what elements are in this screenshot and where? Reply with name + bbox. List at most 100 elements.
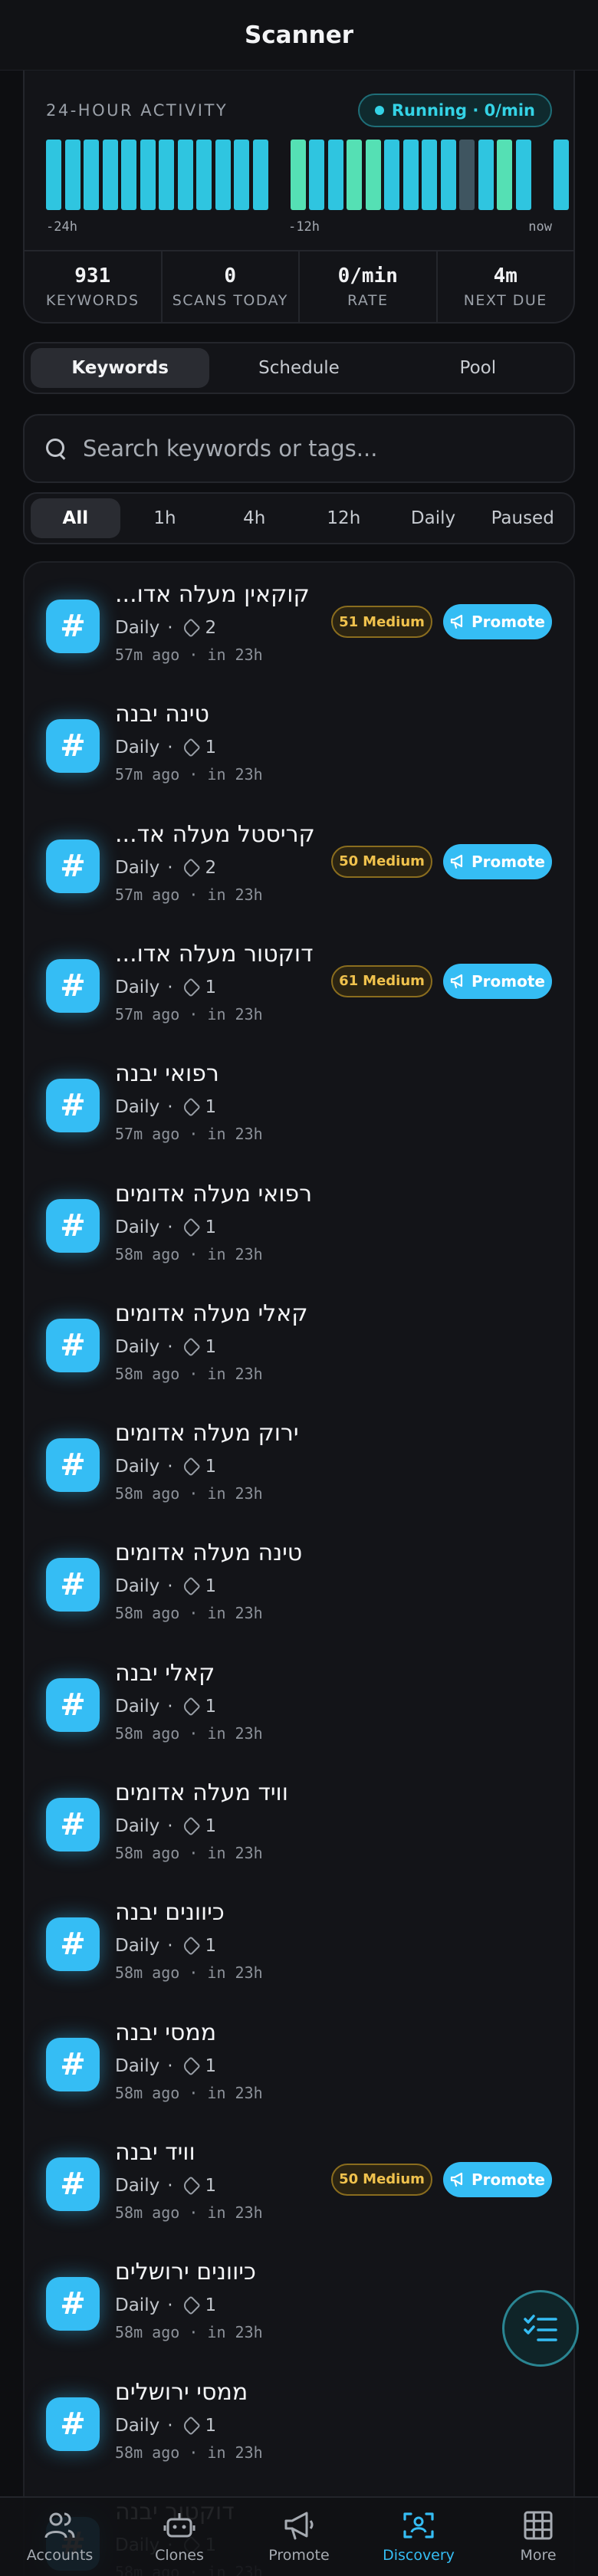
filter-12h[interactable]: 12h: [299, 498, 389, 538]
filter-daily[interactable]: Daily: [389, 498, 478, 538]
list-item[interactable]: # טינה מעלה אדומים Daily · 1 58m ago · in 23h: [25, 1521, 573, 1641]
separator: ·: [167, 2295, 173, 2316]
separator: ·: [167, 857, 173, 878]
stat-label: SCANS TODAY: [172, 292, 288, 309]
activity-bar: [234, 140, 249, 210]
separator: ·: [167, 618, 173, 638]
hashtag-icon: #: [46, 1917, 100, 1972]
keyword-timing: 57m ago · in 23h: [115, 1125, 263, 1144]
nav-promote[interactable]: Promote: [239, 2498, 359, 2576]
hashtag-icon: #: [46, 1558, 100, 1612]
keyword-frequency: Daily: [115, 1936, 160, 1957]
filter-paused[interactable]: Paused: [478, 498, 567, 538]
promote-label: Promote: [472, 613, 545, 631]
score-level: Medium: [363, 853, 425, 870]
keyword-title: כיוונים יבנה: [115, 1899, 225, 1927]
score-level: Medium: [363, 2171, 425, 2188]
hashtag-icon: #: [46, 2277, 100, 2331]
separator: ·: [167, 1696, 173, 1717]
keyword-timing: 58m ago · in 23h: [115, 2083, 263, 2102]
keyword-meta: Daily · 1: [115, 1697, 216, 1717]
activity-bar: [140, 140, 156, 210]
keyword-title: רפואי מעלה אדומים: [115, 1180, 313, 1208]
tab-pool[interactable]: Pool: [389, 348, 567, 388]
status-dot-icon: [374, 106, 384, 115]
tab-keywords[interactable]: Keywords: [31, 348, 210, 388]
megaphone-icon: [450, 2172, 463, 2187]
list-item[interactable]: # טינה יבנה Daily · 1 57m ago · in 23h: [25, 682, 573, 802]
hashtag-icon: #: [46, 1798, 100, 1852]
keyword-meta: Daily · 1: [115, 1936, 216, 1956]
keyword-timing: 57m ago · in 23h: [115, 765, 263, 784]
nav-clones[interactable]: Clones: [120, 2498, 239, 2576]
hashtag-icon: #: [46, 600, 100, 653]
hashtag-icon: #: [46, 2397, 100, 2451]
list-item[interactable]: # רפואי מעלה אדומים Daily · 1 58m ago · in 23…: [25, 1162, 573, 1282]
keyword-timing: 58m ago · in 23h: [115, 2323, 263, 2342]
axis-mid-label: -12h: [288, 219, 320, 235]
separator: ·: [167, 1336, 173, 1357]
activity-bar: [121, 140, 136, 210]
filter-4h[interactable]: 4h: [209, 498, 299, 538]
keyword-title: דוקטור מעלה אדו...: [115, 940, 314, 968]
tag-icon: [180, 1217, 201, 1237]
nav-discovery[interactable]: Discovery: [359, 2498, 478, 2576]
search-box[interactable]: [23, 414, 575, 483]
stat-next-due: 4m NEXT DUE: [438, 251, 574, 322]
score-value: 50: [339, 2171, 359, 2188]
promote-button[interactable]: Promote: [443, 604, 552, 639]
promote-button[interactable]: Promote: [443, 963, 552, 999]
keyword-meta: Daily · 2: [115, 618, 216, 638]
list-item[interactable]: # קאלי מעלה אדומים Daily · 1 58m ago · in 23h: [25, 1282, 573, 1401]
bulk-select-button[interactable]: [502, 2290, 579, 2367]
list-item[interactable]: # ממסי יבנה Daily · 1 58m ago · in 23h: [25, 2001, 573, 2121]
promote-button[interactable]: Promote: [443, 843, 552, 879]
list-item[interactable]: # קוקאין מעלה אדו... Daily · 2 57m ago · in 2…: [25, 563, 573, 682]
tag-count: 1: [205, 1576, 217, 1597]
list-item[interactable]: # כיוונים ירושלים Daily · 1 58m ago · in 23h: [25, 2240, 573, 2360]
list-item[interactable]: # וויד יבנה Daily · 1 58m ago · in 23h 50 Mediu…: [25, 2121, 573, 2240]
list-item[interactable]: # וויד מעלה אדומים Daily · 1 58m ago · in 23h: [25, 1761, 573, 1881]
stats-row: 931 KEYWORDS 0 SCANS TODAY 0/min RATE 4m…: [25, 250, 573, 322]
promote-button[interactable]: Promote: [443, 2161, 552, 2197]
keyword-title: קאלי מעלה אדומים: [115, 1300, 308, 1327]
keyword-timing: 58m ago · in 23h: [115, 1364, 263, 1383]
activity-bar: [252, 140, 268, 210]
search-icon: [44, 437, 67, 460]
separator: ·: [167, 1097, 173, 1118]
filter-1h[interactable]: 1h: [120, 498, 210, 538]
stat-value: 4m: [493, 264, 518, 288]
keyword-timing: 58m ago · in 23h: [115, 2443, 263, 2462]
stat-label: RATE: [347, 292, 389, 309]
list-item[interactable]: # כיוונים יבנה Daily · 1 58m ago · in 23h: [25, 1881, 573, 2000]
activity-bar: [46, 140, 61, 210]
keyword-meta: Daily · 1: [115, 1337, 216, 1357]
search-input[interactable]: [83, 435, 554, 462]
list-item[interactable]: # דוקטור מעלה אדו... Daily · 1 57m ago · in 2…: [25, 922, 573, 1042]
score-level: Medium: [363, 613, 425, 630]
list-item[interactable]: # קריסטל מעלה אד... Daily · 2 57m ago · in 23…: [25, 803, 573, 922]
activity-bar: [196, 140, 212, 210]
keyword-title: קריסטל מעלה אד...: [115, 820, 315, 848]
keyword-frequency: Daily: [115, 1576, 160, 1597]
list-item[interactable]: # ירוק מעלה אדומים Daily · 1 58m ago · in 23h: [25, 1401, 573, 1521]
keyword-frequency: Daily: [115, 1217, 160, 1237]
list-item[interactable]: # קאלי יבנה Daily · 1 58m ago · in 23h: [25, 1641, 573, 1761]
activity-bar: [422, 140, 437, 210]
filter-all[interactable]: All: [31, 498, 120, 538]
stat-keywords: 931 KEYWORDS: [25, 251, 163, 322]
keyword-title: טינה יבנה: [115, 701, 209, 728]
keyword-meta: Daily · 1: [115, 1816, 216, 1836]
list-item[interactable]: # רפואי יבנה Daily · 1 57m ago · in 23h: [25, 1042, 573, 1162]
tab-schedule[interactable]: Schedule: [209, 348, 388, 388]
activity-bar: [497, 140, 512, 210]
separator: ·: [167, 1217, 173, 1237]
list-item[interactable]: # ממסי ירושלים Daily · 1 58m ago · in 23h: [25, 2361, 573, 2480]
activity-bar: [440, 140, 456, 210]
keyword-title: ממסי יבנה: [115, 2019, 217, 2046]
tag-icon: [180, 857, 201, 878]
nav-accounts[interactable]: Accounts: [0, 2498, 120, 2576]
keyword-timing: 57m ago · in 23h: [115, 646, 263, 664]
keyword-meta: Daily · 1: [115, 1217, 216, 1237]
nav-more[interactable]: More: [478, 2498, 598, 2576]
